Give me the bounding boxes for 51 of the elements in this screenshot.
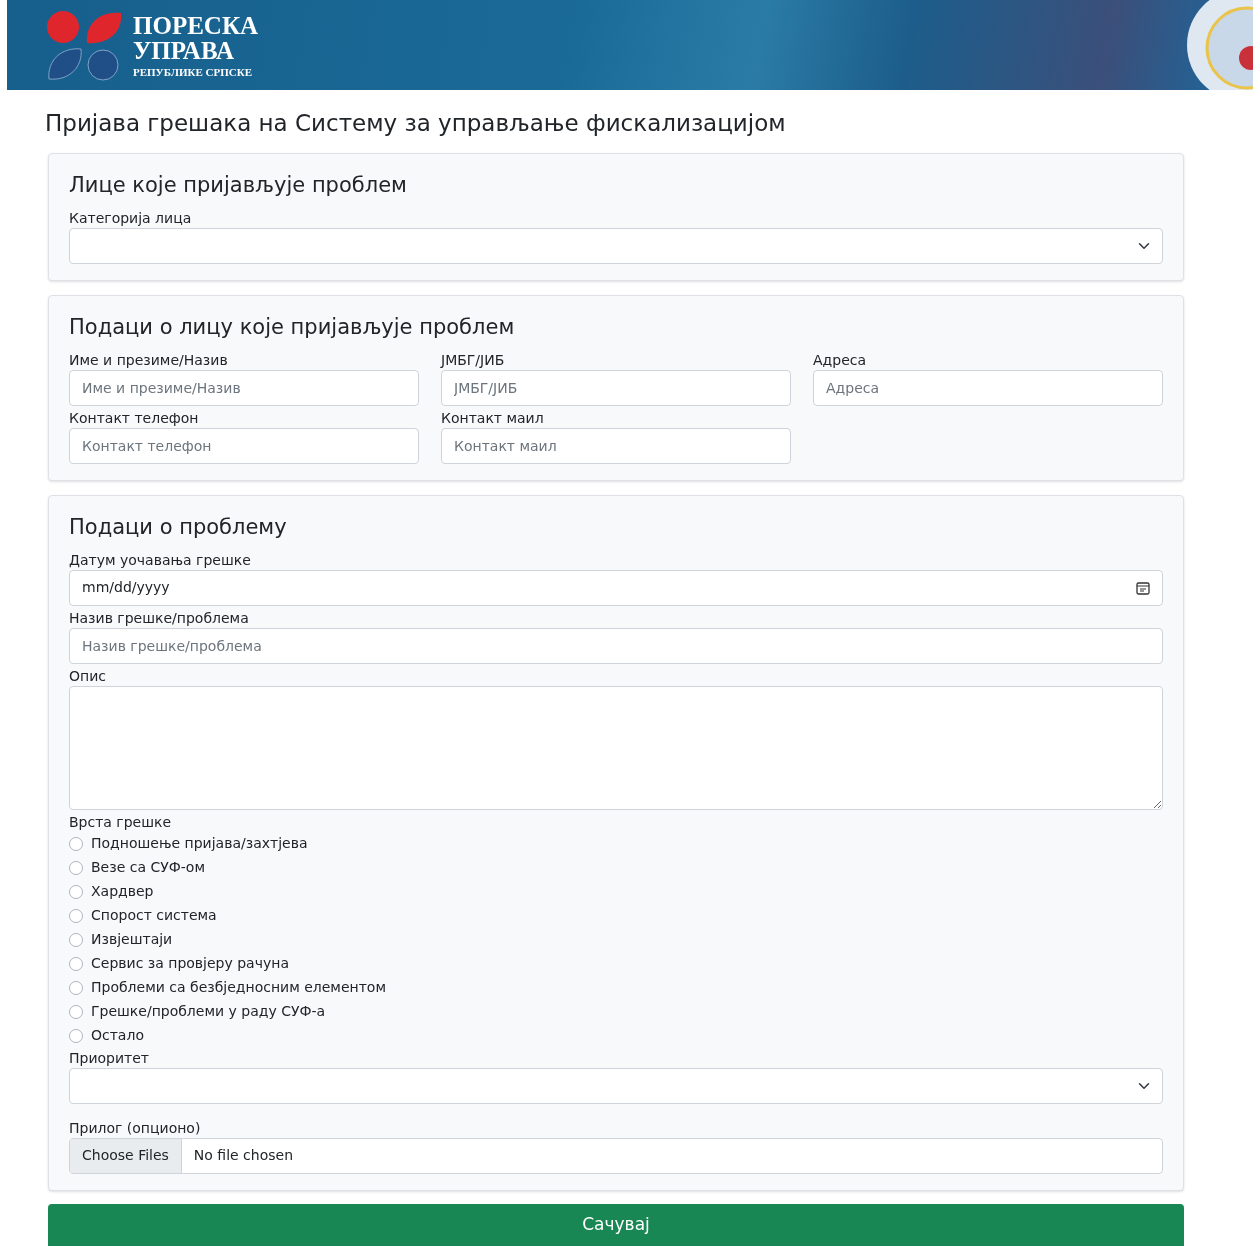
file-field[interactable]: Choose Files No file chosen [69, 1137, 1163, 1174]
logo-title: ПОРЕСКА [133, 12, 259, 38]
field-label: Адреса [813, 350, 868, 370]
field-label: Контакт маил [441, 408, 545, 428]
text-field[interactable]: Контакт телефон [69, 427, 419, 464]
radio-button[interactable] [69, 836, 83, 851]
radio-button[interactable] [69, 1004, 83, 1019]
radio-label: Подношење пријава/захтјева [91, 834, 308, 853]
radio-label: Остало [91, 1026, 144, 1045]
text-field[interactable]: Адреса [813, 369, 1163, 406]
radio-label: Грешке/проблеми у раду СУФ-а [91, 1002, 326, 1021]
field-label: Категорија лица [69, 208, 193, 228]
field-label: Приоритет [69, 1048, 150, 1068]
radio-button[interactable] [69, 956, 83, 971]
radio-button[interactable] [69, 860, 83, 875]
logo-title: УПРАВА [133, 37, 236, 63]
radio-button[interactable] [69, 884, 83, 899]
field-label: Назив грешке/проблема [69, 608, 250, 628]
date-field[interactable]: mm/dd/yyyy [69, 569, 1163, 606]
page-title: Пријава грешака на Систему за управљање фискализацијом [45, 109, 787, 138]
select-field[interactable] [69, 227, 1163, 264]
radio-button[interactable] [69, 932, 83, 947]
select-field[interactable] [69, 1067, 1163, 1104]
field-label: Прилог (опционо) [69, 1118, 202, 1138]
description-field[interactable] [69, 685, 1163, 810]
radio-label: Сервис за провјеру рачуна [91, 954, 289, 973]
section-title: Подаци о лицу које пријављује проблем [69, 313, 516, 341]
radio-label: Везе са СУФ-ом [91, 858, 205, 877]
field-label: Име и презиме/Назив [69, 350, 229, 370]
radio-button[interactable] [69, 980, 83, 995]
radio-button[interactable] [69, 908, 83, 923]
text-field[interactable]: ЈМБГ/ЈИБ [441, 369, 791, 406]
field-label: Врста грешке [69, 812, 173, 832]
field-label: Датум уочавања грешке [69, 550, 252, 570]
radio-label: Извјештаји [91, 930, 173, 949]
field-label: Контакт телефон [69, 408, 200, 428]
calendar-icon [1136, 580, 1150, 595]
section-title: Лице које пријављује проблем [69, 171, 408, 199]
logo-subtitle: РЕПУБЛИКЕ СРПСКЕ [133, 66, 253, 78]
field-label: ЈМБГ/ЈИБ [441, 350, 506, 370]
text-field[interactable]: Назив грешке/проблема [69, 627, 1163, 664]
text-field[interactable]: Контакт маил [441, 427, 791, 464]
save-button[interactable]: Сачувај [48, 1203, 1184, 1246]
radio-button[interactable] [69, 1028, 83, 1043]
radio-label: Спорост система [91, 906, 217, 925]
radio-label: Проблеми са безбједносним елементом [91, 978, 386, 997]
radio-label: Хардвер [91, 882, 154, 901]
field-label: Опис [69, 666, 107, 686]
text-field[interactable]: Име и презиме/Назив [69, 369, 419, 406]
section-title: Подаци о проблему [69, 513, 288, 541]
choose-files-button[interactable]: Choose Files [70, 1138, 182, 1173]
